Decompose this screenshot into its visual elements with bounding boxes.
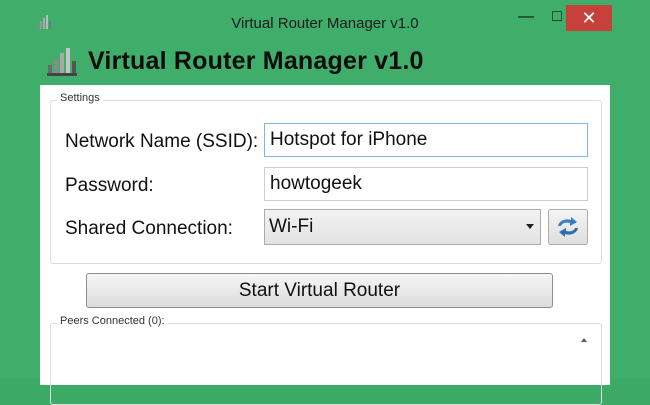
client-area: Settings Network Name (SSID): Password: …: [40, 85, 610, 405]
settings-group-label: Settings: [57, 92, 103, 104]
router-signal-icon: [47, 48, 77, 76]
chevron-down-icon: [526, 224, 534, 229]
ssid-input[interactable]: [264, 123, 588, 157]
shared-connection-select[interactable]: Wi-Fi: [264, 209, 541, 245]
refresh-button[interactable]: [548, 209, 588, 245]
ssid-label: Network Name (SSID):: [65, 131, 259, 152]
app-window: Virtual Router Manager v1.0 — □ ✕ Virtua…: [0, 0, 650, 405]
password-label: Password:: [65, 175, 154, 196]
shared-connection-value: Wi-Fi: [269, 216, 314, 237]
peers-group: Peers Connected (0):: [50, 315, 602, 405]
refresh-icon: [558, 217, 578, 237]
app-header: Virtual Router Manager v1.0: [46, 44, 424, 78]
title-bar[interactable]: Virtual Router Manager v1.0 — □ ✕: [0, 0, 650, 36]
scroll-up-icon[interactable]: [581, 338, 587, 342]
peers-group-label: Peers Connected (0):: [57, 315, 168, 327]
close-button[interactable]: ✕: [566, 5, 612, 31]
password-input[interactable]: [264, 167, 588, 201]
minimize-button[interactable]: —: [512, 2, 540, 32]
start-virtual-router-button[interactable]: Start Virtual Router: [86, 273, 553, 308]
shared-connection-label: Shared Connection:: [65, 218, 233, 239]
app-heading: Virtual Router Manager v1.0: [88, 46, 424, 75]
